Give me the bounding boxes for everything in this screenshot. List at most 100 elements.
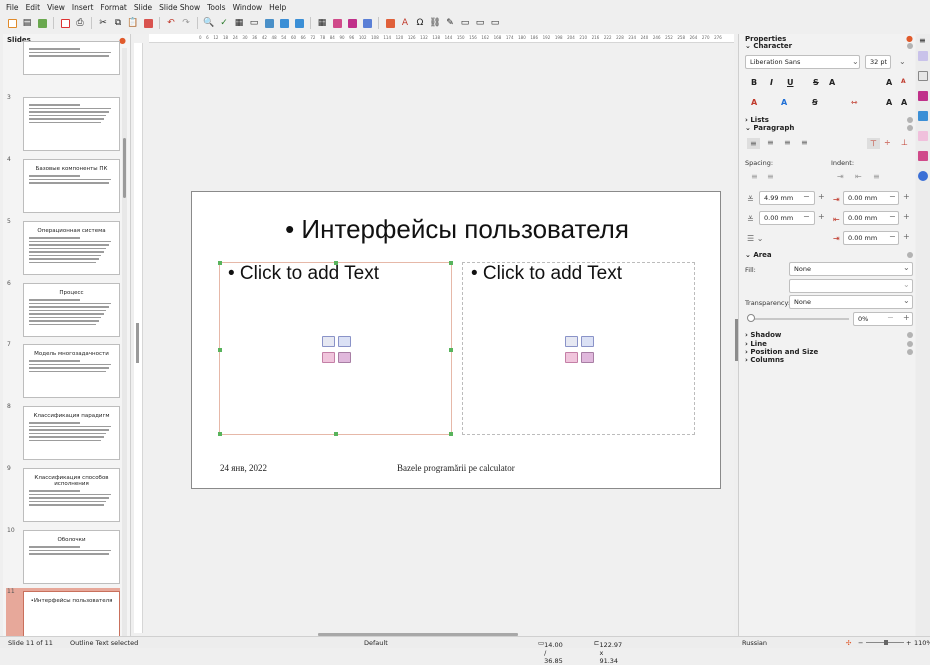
menu-help[interactable]: Help bbox=[269, 3, 286, 12]
special-character-icon[interactable]: Ω bbox=[414, 17, 426, 29]
footer-date[interactable]: 24 янв, 2022 bbox=[220, 463, 267, 473]
slide-thumbnail[interactable]: 4 Базовые компоненты ПК bbox=[6, 156, 120, 216]
new-icon[interactable] bbox=[6, 17, 18, 29]
chevron-down-icon[interactable]: ⌄ bbox=[903, 296, 910, 305]
zoom-out-button[interactable]: − bbox=[858, 639, 863, 647]
insert-image-icon[interactable] bbox=[322, 351, 335, 363]
slide-thumbnail[interactable]: 6 Процесс bbox=[6, 280, 120, 340]
more-options-icon[interactable] bbox=[907, 117, 913, 123]
start-current-slide-icon[interactable] bbox=[293, 17, 305, 29]
cut-icon[interactable]: ✂ bbox=[97, 17, 109, 29]
transparency-slider[interactable] bbox=[749, 318, 849, 320]
horizontal-ruler[interactable]: 0 6 12 18 24 30 36 42 48 54 60 66 72 78 84 90 96 102 108 11… bbox=[149, 34, 734, 43]
footer-text[interactable]: Bazele programării pe calculator bbox=[397, 463, 515, 473]
insert-chart-icon[interactable] bbox=[338, 336, 351, 347]
area-section-header[interactable]: ⌄ Area bbox=[745, 251, 913, 259]
zoom-in-button[interactable]: + bbox=[906, 639, 911, 647]
slider-knob[interactable] bbox=[747, 314, 755, 322]
align-right-button[interactable]: ≡ bbox=[784, 138, 791, 147]
slide-thumbnail[interactable]: 9 Классификация способов исполнения bbox=[6, 465, 120, 525]
slides-scrollbar[interactable] bbox=[122, 48, 127, 636]
align-left-button[interactable]: ≡ bbox=[747, 138, 760, 149]
lists-section-header[interactable]: › Lists bbox=[745, 116, 913, 124]
character-section-header[interactable]: ⌄ Character bbox=[745, 42, 913, 50]
menu-tools[interactable]: Tools bbox=[207, 3, 225, 12]
chevron-down-icon[interactable]: ⌄ bbox=[899, 57, 906, 66]
line-section-header[interactable]: › Line bbox=[745, 340, 913, 348]
left-content-placeholder[interactable]: • Click to add Text bbox=[218, 261, 453, 436]
close-icon[interactable]: ● bbox=[119, 36, 126, 45]
slide-thumbnail[interactable] bbox=[6, 38, 120, 75]
resize-handle[interactable] bbox=[449, 348, 453, 352]
slide-thumbnail[interactable]: 10 Оболочки bbox=[6, 527, 120, 587]
display-views-icon[interactable]: ▭ bbox=[248, 17, 260, 29]
bold-button[interactable]: B bbox=[751, 78, 757, 87]
navigator-tab-icon[interactable] bbox=[918, 171, 928, 181]
comment-icon[interactable]: ▭ bbox=[459, 17, 471, 29]
strikethrough-button[interactable]: S bbox=[813, 78, 819, 87]
slide-transition-tab-icon[interactable] bbox=[918, 71, 928, 81]
align-bottom-button[interactable]: ⊥ bbox=[901, 138, 908, 147]
pdf-icon[interactable] bbox=[59, 17, 71, 29]
decrement-button[interactable]: − bbox=[803, 192, 810, 201]
shadow-section-header[interactable]: › Shadow bbox=[745, 331, 913, 339]
grid-icon[interactable]: ▦ bbox=[233, 17, 245, 29]
increment-button[interactable]: + bbox=[903, 192, 910, 201]
more-options-icon[interactable] bbox=[907, 125, 913, 131]
slide-thumbnail[interactable]: 5 Операционная система bbox=[6, 218, 120, 278]
fill-secondary-select[interactable] bbox=[789, 279, 913, 293]
resize-handle[interactable] bbox=[334, 432, 338, 436]
menu-insert[interactable]: Insert bbox=[72, 3, 94, 12]
more-options-icon[interactable] bbox=[907, 349, 913, 355]
spelling-icon[interactable]: ✓ bbox=[218, 17, 230, 29]
font-color-icon[interactable]: A bbox=[751, 98, 757, 107]
menu-slide[interactable]: Slide bbox=[134, 3, 152, 12]
menu-window[interactable]: Window bbox=[233, 3, 263, 12]
hanging-indent-icon[interactable]: ≡ bbox=[873, 172, 880, 181]
decrease-font-button[interactable]: A bbox=[901, 78, 906, 85]
slide-canvas[interactable]: • Интерфейсы пользователя • Click to add… bbox=[191, 191, 721, 489]
increment-button[interactable]: + bbox=[903, 212, 910, 221]
resize-handle[interactable] bbox=[449, 261, 453, 265]
hyperlink-icon[interactable]: ⛓ bbox=[429, 17, 441, 29]
decrement-button[interactable]: − bbox=[887, 313, 894, 322]
slide-title[interactable]: • Интерфейсы пользователя bbox=[192, 214, 722, 245]
paragraph-section-header[interactable]: ⌄ Paragraph bbox=[745, 124, 913, 132]
slide-thumbnail[interactable]: 7 Модель многозадачности bbox=[6, 341, 120, 401]
properties-tab-icon[interactable] bbox=[918, 51, 928, 61]
increase-font-button[interactable]: A bbox=[886, 78, 892, 87]
textbox-icon[interactable] bbox=[384, 17, 396, 29]
right-content-placeholder[interactable]: • Click to add Text bbox=[462, 262, 695, 435]
video-icon[interactable] bbox=[361, 17, 373, 29]
master-slide-icon[interactable] bbox=[263, 17, 275, 29]
align-center-button[interactable]: ≡ bbox=[767, 138, 774, 147]
image-icon[interactable] bbox=[331, 17, 343, 29]
increment-button[interactable]: + bbox=[818, 192, 825, 201]
copy-icon[interactable]: ⧉ bbox=[112, 17, 124, 29]
open-icon[interactable] bbox=[36, 17, 48, 29]
line-spacing-icon[interactable]: ☰ ⌄ bbox=[747, 234, 763, 243]
insert-audio-video-icon[interactable] bbox=[338, 351, 351, 363]
font-name-field[interactable]: Liberation Sans bbox=[745, 55, 860, 69]
more-options-icon[interactable] bbox=[907, 252, 913, 258]
resize-handle[interactable] bbox=[449, 432, 453, 436]
insert-table-icon[interactable] bbox=[565, 336, 578, 347]
zoom-slider-knob[interactable] bbox=[884, 640, 888, 645]
menu-view[interactable]: View bbox=[47, 3, 65, 12]
decrease-spacing-icon[interactable]: ≡ bbox=[767, 172, 774, 181]
transparency-select[interactable]: None bbox=[789, 295, 913, 309]
menu-icon[interactable]: ≡ bbox=[919, 36, 927, 45]
insert-image-icon[interactable] bbox=[565, 351, 578, 363]
decrement-button[interactable]: − bbox=[889, 212, 896, 221]
increment-button[interactable]: + bbox=[818, 212, 825, 221]
decrement-button[interactable]: − bbox=[803, 212, 810, 221]
draw-icon[interactable]: ✎ bbox=[444, 17, 456, 29]
align-top-button[interactable]: ⊤ bbox=[867, 138, 880, 149]
slide-thumbnail[interactable]: 3 bbox=[6, 94, 120, 154]
decrement-button[interactable]: − bbox=[889, 232, 896, 241]
chevron-down-icon[interactable]: ⌄ bbox=[903, 263, 910, 272]
start-first-slide-icon[interactable] bbox=[278, 17, 290, 29]
gallery-tab-icon[interactable] bbox=[918, 151, 928, 161]
clear-formatting-icon[interactable]: Ꞩ bbox=[812, 98, 818, 107]
slide-thumbnail[interactable]: 8 Классификация парадигм bbox=[6, 403, 120, 463]
